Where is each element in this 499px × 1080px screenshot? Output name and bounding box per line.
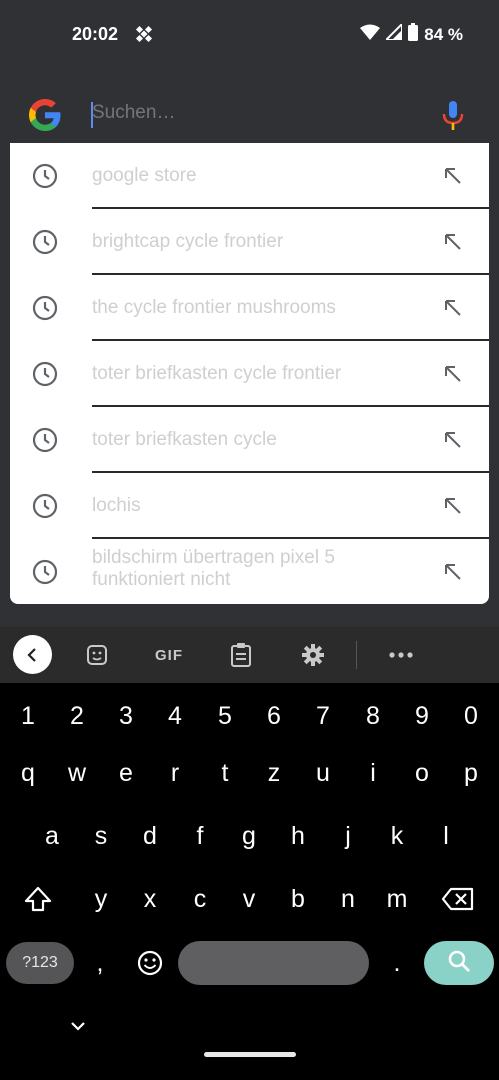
symbols-key[interactable]: ?123 <box>6 942 74 984</box>
mic-icon[interactable] <box>441 100 465 132</box>
history-clock-icon <box>32 493 58 519</box>
search-key[interactable] <box>424 941 494 985</box>
suggestion-item[interactable]: toter briefkasten cycle frontier <box>10 341 489 407</box>
space-key[interactable] <box>178 941 369 985</box>
suggestion-list: google store brightcap cycle frontier th… <box>10 143 489 604</box>
fill-query-arrow-icon[interactable] <box>442 363 464 385</box>
key-a[interactable]: a <box>32 810 72 862</box>
key-m[interactable]: m <box>377 873 417 925</box>
gesture-nav-handle[interactable] <box>204 1052 296 1057</box>
key-g[interactable]: g <box>229 810 269 862</box>
status-time: 20:02 <box>72 24 119 44</box>
fill-query-arrow-icon[interactable] <box>442 429 464 451</box>
suggestion-item[interactable]: lochis <box>10 473 489 539</box>
key-n[interactable]: n <box>328 873 368 925</box>
emoji-icon[interactable] <box>130 937 170 989</box>
history-clock-icon <box>32 229 58 255</box>
keyboard-toolbar: GIF <box>0 627 499 683</box>
suggestion-text: bildschirm übertragen pixel 5 funktionie… <box>92 547 335 590</box>
suggestion-text: toter briefkasten cycle <box>92 429 277 450</box>
google-logo-icon <box>28 98 62 132</box>
history-clock-icon <box>32 361 58 387</box>
key-4[interactable]: 4 <box>155 690 195 742</box>
key-u[interactable]: u <box>303 747 343 799</box>
key-d[interactable]: d <box>130 810 170 862</box>
search-icon <box>447 949 471 978</box>
battery-percentage: 84 % <box>424 24 463 44</box>
key-1[interactable]: 1 <box>8 690 48 742</box>
toolbar-separator <box>356 641 357 669</box>
history-clock-icon <box>32 295 58 321</box>
history-clock-icon <box>32 559 58 585</box>
key-6[interactable]: 6 <box>254 690 294 742</box>
key-c[interactable]: c <box>180 873 220 925</box>
search-input[interactable] <box>92 102 412 124</box>
key-y[interactable]: y <box>81 873 121 925</box>
key-e[interactable]: e <box>106 747 146 799</box>
key-x[interactable]: x <box>130 873 170 925</box>
key-9[interactable]: 9 <box>402 690 442 742</box>
suggestion-item[interactable]: brightcap cycle frontier <box>10 209 489 275</box>
suggestion-text: the cycle frontier mushrooms <box>92 297 336 318</box>
gif-icon[interactable]: GIF <box>152 643 186 667</box>
suggestion-text: brightcap cycle frontier <box>92 231 284 252</box>
status-bar: 20:02 84 % <box>0 0 499 70</box>
gif-label: GIF <box>155 646 183 664</box>
key-b[interactable]: b <box>278 873 318 925</box>
key-p[interactable]: p <box>451 747 491 799</box>
suggestion-item[interactable]: google store <box>10 143 489 209</box>
key-0[interactable]: 0 <box>451 690 491 742</box>
key-2[interactable]: 2 <box>57 690 97 742</box>
clipboard-icon[interactable] <box>228 643 254 667</box>
key-z[interactable]: z <box>254 747 294 799</box>
notification-icon <box>135 25 153 43</box>
settings-icon[interactable] <box>300 643 326 667</box>
key-h[interactable]: h <box>278 810 318 862</box>
hide-keyboard-chevron-icon[interactable] <box>68 1018 88 1034</box>
key-comma[interactable]: , <box>80 937 120 989</box>
key-s[interactable]: s <box>81 810 121 862</box>
key-3[interactable]: 3 <box>106 690 146 742</box>
key-t[interactable]: t <box>205 747 245 799</box>
key-i[interactable]: i <box>353 747 393 799</box>
history-clock-icon <box>32 427 58 453</box>
suggestion-text: lochis <box>92 495 141 516</box>
suggestion-text: google store <box>92 165 197 186</box>
key-l[interactable]: l <box>426 810 466 862</box>
key-q[interactable]: q <box>8 747 48 799</box>
key-f[interactable]: f <box>180 810 220 862</box>
key-7[interactable]: 7 <box>303 690 343 742</box>
key-period[interactable]: . <box>377 937 417 989</box>
key-5[interactable]: 5 <box>205 690 245 742</box>
suggestion-item[interactable]: the cycle frontier mushrooms <box>10 275 489 341</box>
fill-query-arrow-icon[interactable] <box>442 561 464 583</box>
history-clock-icon <box>32 163 58 189</box>
fill-query-arrow-icon[interactable] <box>442 297 464 319</box>
back-chevron-icon[interactable] <box>13 635 52 674</box>
signal-icon <box>383 21 404 45</box>
key-w[interactable]: w <box>57 747 97 799</box>
key-j[interactable]: j <box>328 810 368 862</box>
suggestion-item[interactable]: bildschirm übertragen pixel 5 funktionie… <box>10 539 489 604</box>
wifi-icon <box>360 24 381 45</box>
battery-icon <box>408 23 419 46</box>
suggestion-text: toter briefkasten cycle frontier <box>92 363 342 384</box>
suggestion-item[interactable]: toter briefkasten cycle <box>10 407 489 473</box>
fill-query-arrow-icon[interactable] <box>442 495 464 517</box>
more-icon[interactable] <box>388 643 414 667</box>
key-k[interactable]: k <box>377 810 417 862</box>
keyboard: 1 2 3 4 5 6 7 8 9 0 q w e r t z u i o p … <box>0 683 499 1080</box>
sticker-icon[interactable] <box>84 643 110 667</box>
backspace-icon[interactable] <box>438 873 478 925</box>
search-bar[interactable] <box>0 88 499 144</box>
fill-query-arrow-icon[interactable] <box>442 165 464 187</box>
key-r[interactable]: r <box>155 747 195 799</box>
shift-key-icon[interactable] <box>18 873 58 925</box>
key-o[interactable]: o <box>402 747 442 799</box>
fill-query-arrow-icon[interactable] <box>442 231 464 253</box>
key-v[interactable]: v <box>229 873 269 925</box>
key-8[interactable]: 8 <box>353 690 393 742</box>
